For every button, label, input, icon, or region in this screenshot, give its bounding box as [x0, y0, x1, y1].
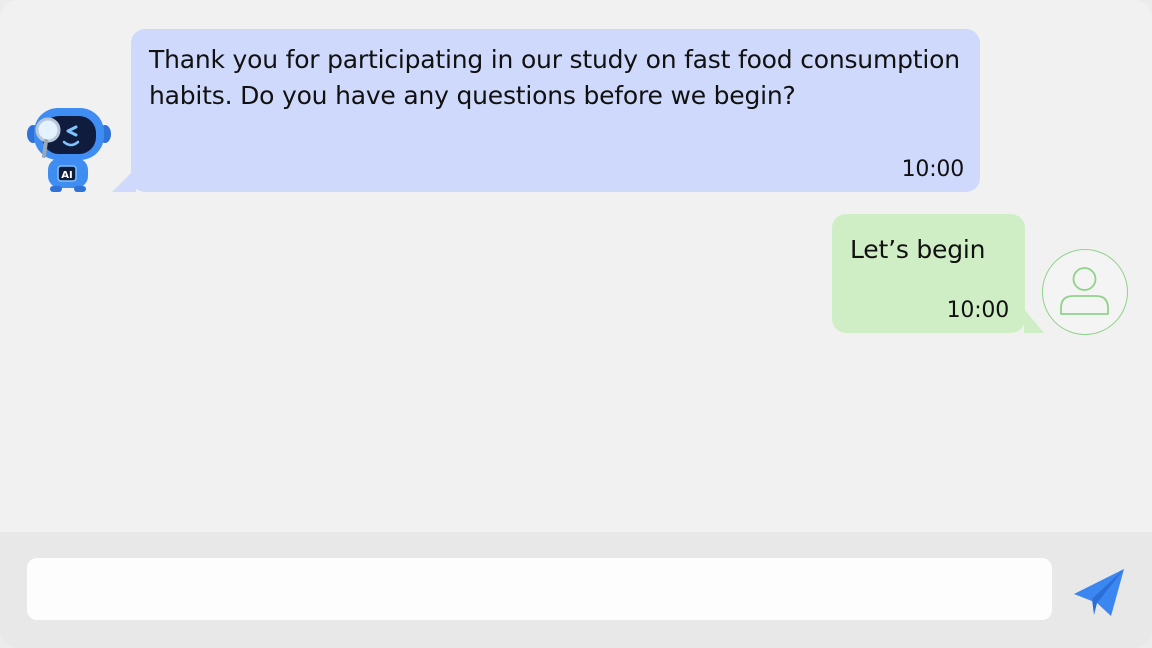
composer-bar	[0, 532, 1152, 648]
robot-assistant-icon: AI	[27, 108, 111, 192]
user-message-bubble: Let’s begin 10:00	[832, 214, 1025, 333]
bot-message-time: 10:00	[901, 157, 965, 182]
bot-message-bubble: Thank you for participating in our study…	[131, 29, 980, 192]
message-list: AI Thank you for participating in our st…	[0, 0, 1152, 532]
user-avatar	[1042, 249, 1128, 335]
ai-badge-label: AI	[61, 170, 72, 181]
send-button[interactable]	[1070, 566, 1128, 620]
user-message-text: Let’s begin	[850, 235, 986, 264]
bot-avatar: AI	[24, 104, 114, 194]
bot-message-text: Thank you for participating in our study…	[149, 45, 960, 110]
user-icon	[1060, 267, 1109, 315]
send-icon	[1074, 569, 1124, 616]
chat-window: AI Thank you for participating in our st…	[0, 0, 1152, 648]
user-message-time: 10:00	[946, 298, 1010, 323]
message-input[interactable]	[27, 558, 1052, 620]
user-bubble-tail	[1024, 309, 1044, 333]
